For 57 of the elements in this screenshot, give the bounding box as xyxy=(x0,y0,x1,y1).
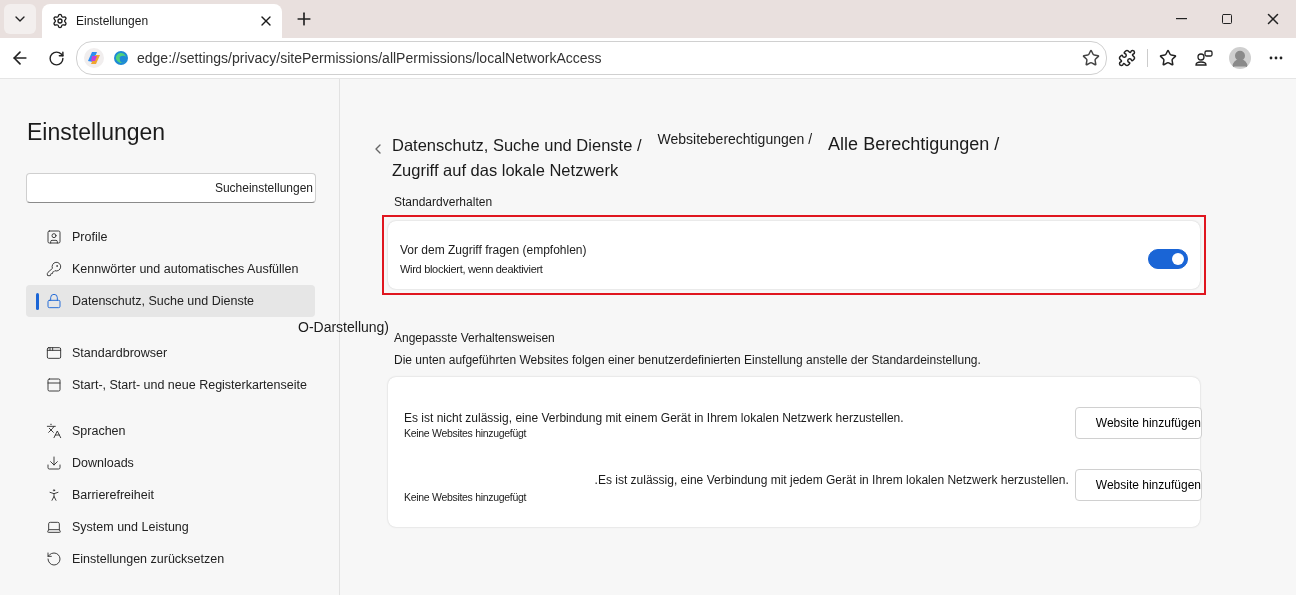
download-icon xyxy=(46,455,62,471)
puzzle-icon xyxy=(1118,49,1136,67)
laptop-icon xyxy=(46,519,62,535)
search-placeholder: Sucheinstellungen xyxy=(214,181,313,195)
avatar-icon xyxy=(1229,47,1251,69)
sidebar-item[interactable]: Einstellungen zurücksetzen xyxy=(26,543,315,575)
empty-message: Keine Websites hinzugefügt xyxy=(404,427,527,439)
language-icon xyxy=(46,423,62,439)
sidebar-item[interactable]: Barrierefreiheit xyxy=(26,479,315,511)
empty-message: Keine Websites hinzugefügt xyxy=(404,491,527,503)
section-heading: Standardverhalten xyxy=(394,195,494,209)
truncated-label: O-Darstellung) xyxy=(298,319,391,335)
search-field[interactable]: Sucheinstellungen xyxy=(26,173,316,203)
sidebar-item[interactable]: Datenschutz, Suche und Dienste xyxy=(26,285,315,317)
breadcrumb-item: Zugriff auf das lokale Netzwerk xyxy=(392,160,619,181)
favorite-star-icon[interactable] xyxy=(1082,49,1100,67)
star-list-icon xyxy=(1159,49,1177,67)
sidebar-item[interactable]: Standardbrowser xyxy=(26,337,315,369)
breadcrumb-item[interactable]: Websiteberechtigungen / xyxy=(657,128,813,150)
settings-icon xyxy=(52,13,68,29)
people-chat-icon xyxy=(1195,49,1213,67)
sidebar-item[interactable]: Start-, Start- und neue Registerkartenseite xyxy=(26,369,315,401)
rule-title: Es ist nicht zulässig, eine Verbindung mit einem Gerät in Ihrem lokalen Netzwerk herzustellen. xyxy=(404,411,904,425)
key-icon xyxy=(46,261,62,277)
more-icon xyxy=(1269,56,1283,60)
tab-title: Einstellungen xyxy=(76,14,150,28)
setting-subtitle: Wird blockiert, wenn deaktiviert xyxy=(400,263,544,275)
window-icon xyxy=(46,345,62,361)
add-website-button[interactable]: Website hinzufügen xyxy=(1074,469,1202,501)
profile-icon xyxy=(46,229,62,245)
url-text: edge://settings/privacy/sitePermissions/allPermissions/localNetworkAccess xyxy=(137,50,603,66)
edge-logo-icon xyxy=(113,50,129,66)
rule-title: .Es ist zulässig, eine Verbindung mit jedem Gerät in Ihrem lokalen Netzwerk herzustellen. xyxy=(594,473,1069,487)
address-bar[interactable]: edge://settings/privacy/sitePermissions/allPermissions/localNetworkAccess xyxy=(76,41,1107,75)
copilot-logo-icon xyxy=(83,47,105,69)
tab-menu-button[interactable] xyxy=(4,4,36,34)
sidebar-title: Einstellungen xyxy=(27,119,167,146)
sidebar-item[interactable]: Kennwörter und automatisches Ausfüllen xyxy=(26,253,315,285)
breadcrumb-item[interactable]: Datenschutz, Suche und Dienste / xyxy=(392,134,642,156)
section-heading: Angepasste Verhaltensweisen xyxy=(394,331,556,345)
window-icon xyxy=(46,377,62,393)
sidebar-item[interactable]: Profile xyxy=(26,221,315,253)
toggle-switch[interactable] xyxy=(1148,249,1188,269)
person-icon xyxy=(46,487,62,503)
add-website-button[interactable]: Website hinzufügen xyxy=(1074,407,1202,439)
sidebar-item[interactable]: Sprachen xyxy=(26,415,315,447)
reset-icon xyxy=(46,551,62,567)
reload-icon xyxy=(47,49,65,67)
lock-icon xyxy=(46,293,62,309)
sidebar-item[interactable]: Downloads xyxy=(26,447,315,479)
setting-title: Vor dem Zugriff fragen (empfohlen) xyxy=(400,243,588,257)
breadcrumb-item[interactable]: Alle Berechtigungen / xyxy=(828,133,1000,155)
section-description: Die unten aufgeführten Websites folgen einer benutzerdefinierten Einstellung anstelle der Standardeinstellung. xyxy=(394,353,982,367)
maximize-icon xyxy=(1221,13,1233,25)
browser-tab[interactable]: Einstellungen xyxy=(42,4,282,38)
minimize-icon xyxy=(1175,18,1187,20)
sidebar-item[interactable]: System und Leistung xyxy=(26,511,315,543)
